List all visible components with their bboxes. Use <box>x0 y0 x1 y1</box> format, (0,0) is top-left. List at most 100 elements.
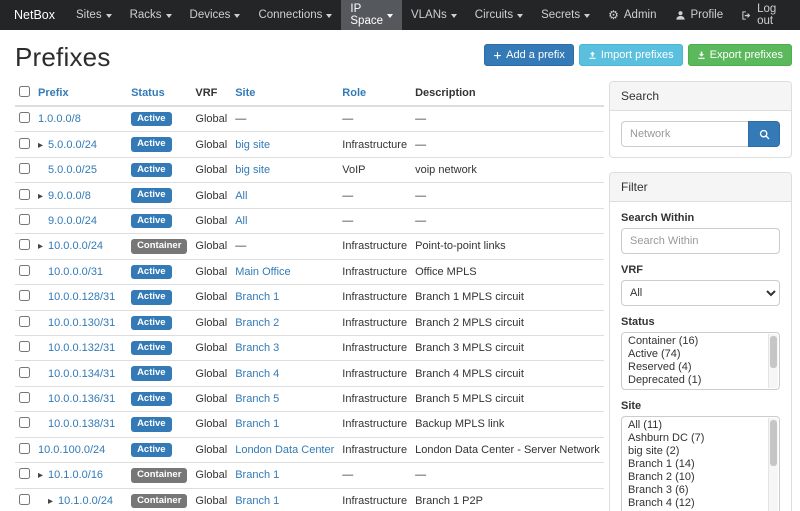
row-checkbox[interactable] <box>19 265 30 276</box>
prefix-link[interactable]: 10.0.0.0/24 <box>48 240 103 252</box>
site-link[interactable]: London Data Center <box>235 444 334 456</box>
prefix-link[interactable]: 10.0.0.136/31 <box>48 393 115 405</box>
role-cell: Infrastructure <box>338 310 411 335</box>
description-cell: voip network <box>411 157 604 182</box>
filter-panel-title: Filter <box>610 173 791 202</box>
nav-item-devices[interactable]: Devices <box>181 0 250 30</box>
nav-item-secrets[interactable]: Secrets <box>532 0 599 30</box>
expand-icon[interactable]: ▸ <box>38 191 48 202</box>
listbox-option[interactable]: Active (74) <box>624 348 766 361</box>
prefix-link[interactable]: 10.1.0.0/24 <box>58 495 113 507</box>
row-checkbox[interactable] <box>19 468 30 479</box>
row-checkbox[interactable] <box>19 417 30 428</box>
expand-icon[interactable]: ▸ <box>38 470 48 481</box>
sort-status-header[interactable]: Status <box>131 87 165 99</box>
prefix-link[interactable]: 10.0.0.128/31 <box>48 291 115 303</box>
prefix-link[interactable]: 10.1.0.0/16 <box>48 469 103 481</box>
prefix-link[interactable]: 10.0.0.138/31 <box>48 418 115 430</box>
prefix-list: Prefix Status VRF Site Role Description … <box>15 81 595 511</box>
site-link[interactable]: Branch 3 <box>235 342 279 354</box>
row-checkbox[interactable] <box>19 189 30 200</box>
row-checkbox[interactable] <box>19 443 30 454</box>
site-link[interactable]: Branch 1 <box>235 418 279 430</box>
prefix-link[interactable]: 9.0.0.0/24 <box>48 215 97 227</box>
prefix-link[interactable]: 10.0.0.134/31 <box>48 368 115 380</box>
prefix-link[interactable]: 10.0.0.130/31 <box>48 317 115 329</box>
nav-item-connections[interactable]: Connections <box>249 0 341 30</box>
export-prefixes-button[interactable]: Export prefixes <box>688 44 792 66</box>
nav-item-logout[interactable]: Log out <box>732 0 792 30</box>
listbox-option[interactable]: All (11) <box>624 419 766 432</box>
site-link[interactable]: All <box>235 215 247 227</box>
vrf-select[interactable]: All <box>621 280 780 306</box>
row-checkbox[interactable] <box>19 214 30 225</box>
prefix-link[interactable]: 5.0.0.0/24 <box>48 139 97 151</box>
status-listbox[interactable]: Container (16)Active (74)Reserved (4)Dep… <box>621 332 780 390</box>
site-link[interactable]: Branch 5 <box>235 393 279 405</box>
scrollbar[interactable] <box>768 334 778 388</box>
listbox-option[interactable]: Branch 3 (6) <box>624 484 766 497</box>
site-listbox[interactable]: All (11)Ashburn DC (7)big site (2)Branch… <box>621 416 780 511</box>
row-checkbox[interactable] <box>19 112 30 123</box>
listbox-option[interactable]: big site (2) <box>624 445 766 458</box>
site-link[interactable]: big site <box>235 139 270 151</box>
scrollbar[interactable] <box>768 418 778 511</box>
scrollbar-thumb[interactable] <box>770 336 777 368</box>
prefix-link[interactable]: 5.0.0.0/25 <box>48 164 97 176</box>
scrollbar-thumb[interactable] <box>770 420 777 466</box>
row-checkbox[interactable] <box>19 367 30 378</box>
sort-site-header[interactable]: Site <box>235 87 255 99</box>
chevron-down-icon <box>326 14 332 18</box>
upload-icon <box>588 51 597 60</box>
listbox-option[interactable]: Branch 2 (10) <box>624 471 766 484</box>
prefix-link[interactable]: 10.0.0.132/31 <box>48 342 115 354</box>
listbox-option[interactable]: Ashburn DC (7) <box>624 432 766 445</box>
search-input[interactable] <box>621 121 748 147</box>
listbox-option[interactable]: Branch 1 (14) <box>624 458 766 471</box>
search-button[interactable] <box>748 121 780 147</box>
site-link[interactable]: Main Office <box>235 266 290 278</box>
nav-item-profile[interactable]: Profile <box>666 0 733 30</box>
chevron-down-icon <box>451 14 457 18</box>
expand-icon[interactable]: ▸ <box>48 496 58 507</box>
site-link[interactable]: All <box>235 190 247 202</box>
row-checkbox[interactable] <box>19 163 30 174</box>
expand-icon[interactable]: ▸ <box>38 241 48 252</box>
site-link[interactable]: Branch 1 <box>235 495 279 507</box>
prefix-table-body: 1.0.0.0/8ActiveGlobal———▸5.0.0.0/24Activ… <box>15 106 604 511</box>
row-checkbox[interactable] <box>19 316 30 327</box>
expand-icon[interactable]: ▸ <box>38 140 48 151</box>
row-checkbox[interactable] <box>19 392 30 403</box>
row-checkbox[interactable] <box>19 138 30 149</box>
select-all-checkbox[interactable] <box>19 86 30 97</box>
prefix-link[interactable]: 1.0.0.0/8 <box>38 113 81 125</box>
site-link[interactable]: Branch 1 <box>235 469 279 481</box>
listbox-option[interactable]: Deprecated (1) <box>624 374 766 387</box>
sort-role-header[interactable]: Role <box>342 87 366 99</box>
row-checkbox[interactable] <box>19 290 30 301</box>
brand[interactable]: NetBox <box>8 0 67 30</box>
nav-item-admin[interactable]: ⚙ Admin <box>599 0 665 30</box>
nav-item-sites[interactable]: Sites <box>67 0 121 30</box>
nav-item-circuits[interactable]: Circuits <box>466 0 532 30</box>
site-link[interactable]: big site <box>235 164 270 176</box>
prefix-link[interactable]: 9.0.0.0/8 <box>48 190 91 202</box>
site-link[interactable]: Branch 2 <box>235 317 279 329</box>
prefix-link[interactable]: 10.0.100.0/24 <box>38 444 105 456</box>
row-checkbox[interactable] <box>19 239 30 250</box>
nav-item-racks[interactable]: Racks <box>121 0 181 30</box>
prefix-link[interactable]: 10.0.0.0/31 <box>48 266 103 278</box>
add-prefix-button[interactable]: Add a prefix <box>484 44 574 66</box>
site-link[interactable]: Branch 4 <box>235 368 279 380</box>
listbox-option[interactable]: Reserved (4) <box>624 361 766 374</box>
listbox-option[interactable]: Branch 4 (12) <box>624 497 766 510</box>
row-checkbox[interactable] <box>19 341 30 352</box>
nav-item-ip-space[interactable]: IP Space <box>341 0 402 30</box>
nav-item-vlans[interactable]: VLANs <box>402 0 466 30</box>
search-within-input[interactable] <box>621 228 780 254</box>
import-prefixes-button[interactable]: Import prefixes <box>579 44 683 66</box>
listbox-option[interactable]: Container (16) <box>624 335 766 348</box>
row-checkbox[interactable] <box>19 494 30 505</box>
sort-prefix-header[interactable]: Prefix <box>38 87 69 99</box>
site-link[interactable]: Branch 1 <box>235 291 279 303</box>
